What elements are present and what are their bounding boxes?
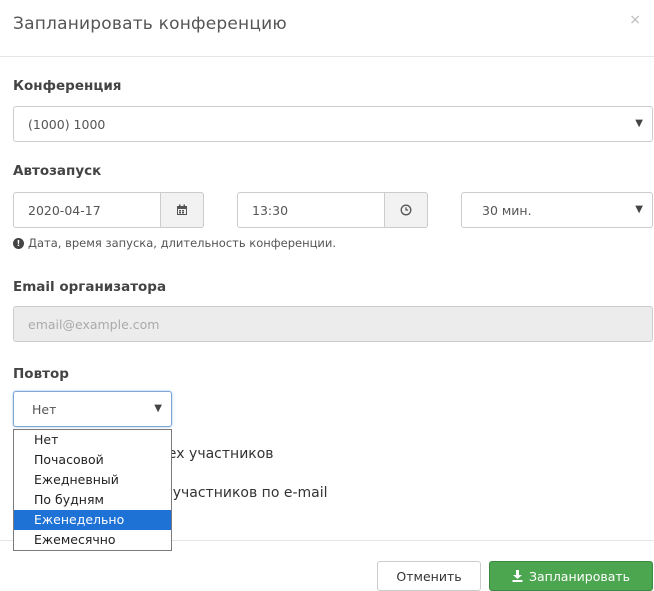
duration-select-value: 30 мин. [482,203,532,218]
schedule-conference-modal: Запланировать конференцию × Конференция … [0,0,654,591]
email-label: Email организатора [13,279,167,295]
repeat-select[interactable]: Нет ▼ [13,391,172,427]
repeat-select-value: Нет [32,402,57,417]
date-input-value: 2020-04-17 [28,203,101,218]
conference-select-value: (1000) 1000 [28,117,106,132]
repeat-option-weekdays[interactable]: По будням [14,490,171,510]
email-participants-text: ь участников по e-mail [160,485,328,501]
chevron-down-icon: ▼ [635,118,643,129]
repeat-option-weekly[interactable]: Еженедельно [14,510,171,530]
autostart-label: Автозапуск [13,163,102,179]
modal-title: Запланировать конференцию [13,14,287,34]
schedule-button[interactable]: Запланировать [489,561,653,591]
repeat-option-hourly[interactable]: Почасовой [14,450,171,470]
date-input[interactable]: 2020-04-17 [13,192,204,228]
autostart-hint: ! Дата, время запуска, длительность конф… [13,236,336,250]
calendar-icon[interactable] [160,192,204,228]
email-field[interactable]: email@example.com [13,306,653,342]
repeat-option-daily[interactable]: Ежедневный [14,470,171,490]
close-icon[interactable]: × [629,12,641,28]
duration-select[interactable]: 30 мин. ▼ [461,192,653,228]
schedule-button-label: Запланировать [528,568,631,584]
cancel-button[interactable]: Отменить [377,561,481,591]
conference-select[interactable]: (1000) 1000 ▼ [13,106,653,142]
autostart-hint-text: Дата, время запуска, длительность конфер… [28,236,337,250]
clock-icon[interactable] [384,192,428,228]
time-input-value: 13:30 [252,203,289,218]
download-icon [512,570,523,582]
notify-all-participants-text: сех участников [160,446,274,462]
repeat-option-monthly[interactable]: Ежемесячно [14,530,171,550]
info-circle-icon: ! [13,237,24,249]
time-input[interactable]: 13:30 [237,192,428,228]
conference-label: Конференция [13,78,122,94]
repeat-option-none[interactable]: Нет [14,430,171,450]
chevron-down-icon: ▼ [154,403,162,414]
email-placeholder: email@example.com [28,317,160,332]
modal-header: Запланировать конференцию × [0,0,654,57]
repeat-label: Повтор [13,366,69,382]
chevron-down-icon: ▼ [635,204,643,215]
repeat-dropdown-list: Нет Почасовой Ежедневный По будням Ежене… [13,429,172,551]
